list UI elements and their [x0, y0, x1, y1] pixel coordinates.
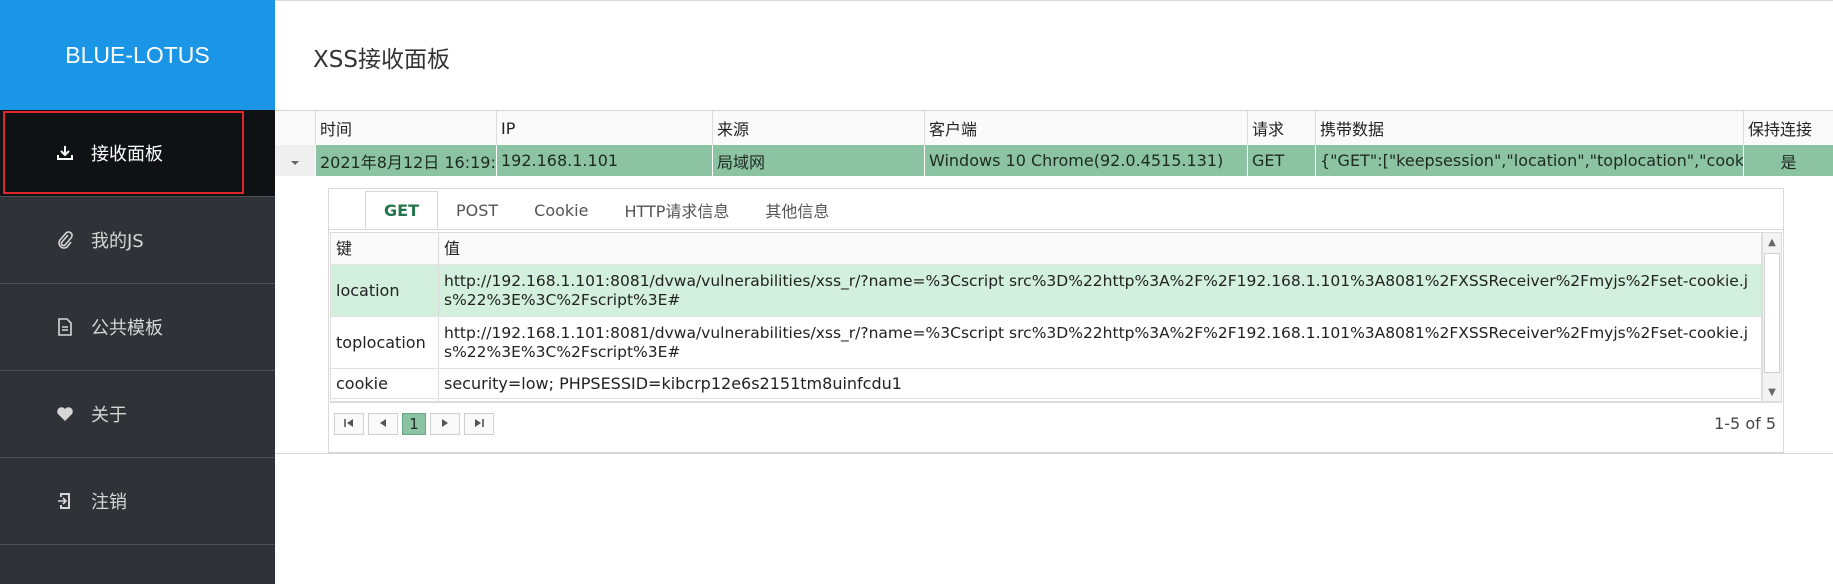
- kv-header-row: 键 值: [331, 233, 1761, 265]
- page-number-button[interactable]: 1: [402, 413, 426, 435]
- vertical-scrollbar[interactable]: ▲ ▼: [1762, 232, 1782, 402]
- sidebar-item-label: 关于: [91, 405, 127, 426]
- cell-data: {"GET":["keepsession","location","toploc…: [1315, 145, 1743, 176]
- caret-down-icon: [290, 151, 300, 170]
- tab-cookie[interactable]: Cookie: [516, 191, 606, 229]
- tab-get[interactable]: GET: [365, 191, 438, 229]
- kv-header-key[interactable]: 键: [331, 233, 439, 264]
- cell-client: Windows 10 Chrome(92.0.4515.131): [924, 145, 1247, 176]
- kv-header-value[interactable]: 值: [439, 233, 1761, 264]
- detail-panel: GET POST Cookie HTTP请求信息 其他信息 键 值 locati…: [328, 188, 1784, 453]
- cell-method: GET: [1247, 145, 1315, 176]
- first-page-icon: [344, 418, 354, 431]
- column-header-time[interactable]: 时间: [315, 111, 496, 145]
- column-header-ip[interactable]: IP: [496, 111, 712, 145]
- last-page-button[interactable]: [464, 413, 494, 435]
- next-page-icon: [441, 418, 449, 431]
- download-icon: [55, 143, 75, 163]
- paperclip-icon: [55, 230, 75, 250]
- sidebar-item-receive-panel[interactable]: 接收面板: [0, 110, 275, 197]
- top-divider: [275, 0, 1833, 1]
- column-header-source[interactable]: 来源: [712, 111, 924, 145]
- sidebar-item-label: 我的JS: [91, 231, 144, 252]
- column-header-method[interactable]: 请求: [1247, 111, 1315, 145]
- prev-page-icon: [379, 418, 387, 431]
- detail-tabs: GET POST Cookie HTTP请求信息 其他信息: [365, 191, 847, 229]
- column-header-client[interactable]: 客户端: [924, 111, 1247, 145]
- tab-other-info[interactable]: 其他信息: [747, 191, 847, 229]
- cell-ip: 192.168.1.101: [496, 145, 712, 176]
- sidebar: BLUE-LOTUS 接收面板 我的JS 公共模板 关于 注销: [0, 0, 275, 584]
- kv-key: location: [331, 265, 439, 316]
- kv-value: http://192.168.1.101:8081/dvwa/vulnerabi…: [444, 271, 1749, 309]
- key-value-table: 键 值 location http://192.168.1.101:8081/d…: [330, 232, 1762, 402]
- row-expand-toggle[interactable]: [275, 145, 315, 176]
- kv-value: security=low; PHPSESSID=kibcrp12e6s2151t…: [444, 374, 902, 393]
- pagination: 1 1-5 of 5: [330, 402, 1782, 453]
- sidebar-item-public-templates[interactable]: 公共模板: [0, 284, 275, 371]
- tab-post[interactable]: POST: [438, 191, 516, 229]
- sidebar-nav: 接收面板 我的JS 公共模板 关于 注销: [0, 110, 275, 545]
- kv-row-cookie[interactable]: cookie security=low; PHPSESSID=kibcrp12e…: [331, 369, 1761, 399]
- prev-page-button[interactable]: [368, 413, 398, 435]
- document-icon: [55, 317, 75, 337]
- cell-keepalive: 是: [1743, 145, 1833, 176]
- kv-value: http://192.168.1.101:8081/dvwa/vulnerabi…: [444, 323, 1749, 361]
- sidebar-item-label: 注销: [91, 492, 127, 513]
- kv-row-toplocation[interactable]: toplocation http://192.168.1.101:8081/dv…: [331, 317, 1761, 369]
- cell-time: 2021年8月12日 16:19:59: [315, 145, 496, 176]
- scroll-thumb[interactable]: [1764, 253, 1780, 373]
- sidebar-item-label: 接收面板: [91, 144, 163, 165]
- grid-bottom-divider: [275, 453, 1833, 454]
- first-page-button[interactable]: [334, 413, 364, 435]
- tab-divider: [329, 229, 1783, 230]
- kv-key: toplocation: [331, 317, 439, 368]
- kv-row-location[interactable]: location http://192.168.1.101:8081/dvwa/…: [331, 265, 1761, 317]
- last-page-icon: [474, 418, 484, 431]
- sidebar-item-my-js[interactable]: 我的JS: [0, 197, 275, 284]
- table-row[interactable]: 2021年8月12日 16:19:59 192.168.1.101 局域网 Wi…: [275, 145, 1833, 176]
- column-header-keepalive[interactable]: 保持连接: [1743, 111, 1833, 145]
- heart-icon: [55, 404, 75, 424]
- pagination-info: 1-5 of 5: [1714, 414, 1776, 433]
- next-page-button[interactable]: [430, 413, 460, 435]
- logout-icon: [55, 491, 75, 511]
- scroll-down-icon[interactable]: ▼: [1763, 383, 1781, 401]
- tab-http-request-info[interactable]: HTTP请求信息: [606, 191, 747, 229]
- cell-source: 局域网: [712, 145, 924, 176]
- sidebar-item-label: 公共模板: [91, 318, 163, 339]
- sidebar-item-about[interactable]: 关于: [0, 371, 275, 458]
- column-header-data[interactable]: 携带数据: [1315, 111, 1743, 145]
- kv-key: cookie: [331, 369, 439, 398]
- grid-header: 时间 IP 来源 客户端 请求 携带数据 保持连接: [275, 111, 1833, 146]
- scroll-up-icon[interactable]: ▲: [1763, 233, 1781, 251]
- brand-logo[interactable]: BLUE-LOTUS: [0, 0, 275, 110]
- page-title: XSS接收面板: [313, 47, 450, 73]
- sidebar-item-logout[interactable]: 注销: [0, 458, 275, 545]
